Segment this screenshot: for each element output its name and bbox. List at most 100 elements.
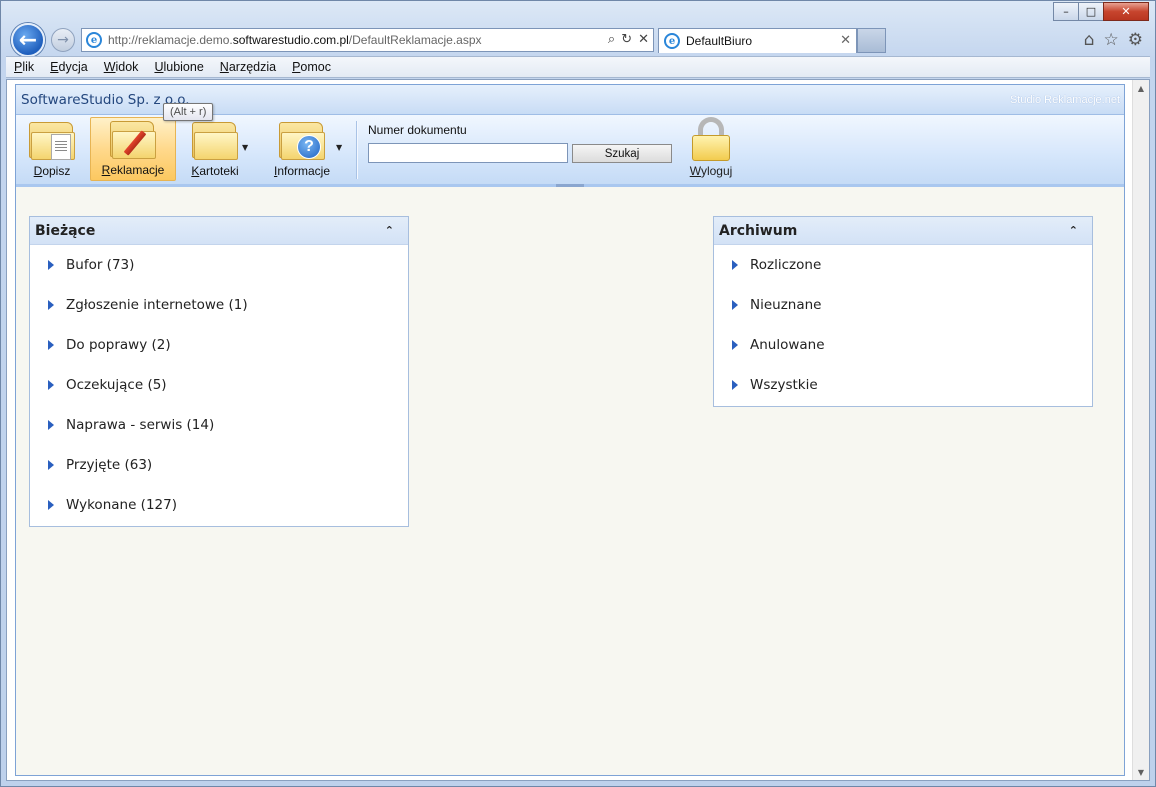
list-item-label: Anulowane bbox=[750, 337, 825, 353]
collapse-icon[interactable]: ⌃ bbox=[385, 224, 394, 237]
stop-icon[interactable]: ✕ bbox=[638, 32, 649, 47]
ribbon-separator bbox=[356, 121, 357, 179]
triangle-right-icon bbox=[732, 340, 738, 350]
panel-archiwum-title: Archiwum bbox=[719, 222, 798, 239]
app-container: SoftwareStudio Sp. z o.o. Studio Reklama… bbox=[15, 84, 1125, 776]
folder-help-icon: ? bbox=[279, 120, 325, 160]
browser-window: – □ ✕ ← → e http://reklamacje.demo.softw… bbox=[0, 0, 1156, 787]
refresh-icon[interactable]: ↻ bbox=[621, 32, 632, 47]
menu-narzedzia[interactable]: Narzędzia bbox=[220, 60, 276, 74]
dopisz-button[interactable]: Dopisz bbox=[24, 117, 80, 181]
panel-biezace-title: Bieżące bbox=[35, 222, 96, 239]
list-item-anulowane[interactable]: Anulowane bbox=[714, 325, 1092, 365]
triangle-right-icon bbox=[732, 300, 738, 310]
menu-ulubione[interactable]: Ulubione bbox=[154, 60, 203, 74]
menu-bar: Plik Edycja Widok Ulubione Narzędzia Pom… bbox=[6, 56, 1150, 78]
triangle-right-icon bbox=[48, 340, 54, 350]
list-item-label: Bufor (73) bbox=[66, 257, 135, 273]
informacje-dropdown-icon[interactable]: ▼ bbox=[336, 143, 342, 152]
triangle-right-icon bbox=[48, 300, 54, 310]
search-button[interactable]: Szukaj bbox=[572, 144, 672, 163]
url-domain: softwarestudio.com.pl bbox=[232, 33, 349, 47]
list-item-oczekujace[interactable]: Oczekujące (5) bbox=[30, 365, 408, 405]
menu-edycja[interactable]: Edycja bbox=[50, 60, 88, 74]
informacje-label: Informacje bbox=[273, 164, 331, 178]
list-item-przyjete[interactable]: Przyjęte (63) bbox=[30, 445, 408, 485]
list-item-label: Zgłoszenie internetowe (1) bbox=[66, 297, 248, 313]
list-item-wszystkie[interactable]: Wszystkie bbox=[714, 365, 1092, 405]
tab-ie-icon: e bbox=[664, 33, 680, 49]
triangle-right-icon bbox=[48, 260, 54, 270]
reklamacje-button[interactable]: Reklamacje bbox=[90, 117, 176, 181]
lock-icon bbox=[692, 117, 730, 161]
menu-widok[interactable]: Widok bbox=[104, 60, 139, 74]
window-controls: – □ ✕ bbox=[1053, 2, 1149, 21]
list-item-rozliczone[interactable]: Rozliczone bbox=[714, 245, 1092, 285]
panel-biezace: Bieżące ⌃ Bufor (73) Zgłoszenie internet… bbox=[29, 216, 409, 527]
url-prefix: http://reklamacje.demo. bbox=[108, 33, 233, 47]
list-item-bufor[interactable]: Bufor (73) bbox=[30, 245, 408, 285]
folder-pencil-icon bbox=[110, 119, 156, 159]
collapse-icon[interactable]: ⌃ bbox=[1069, 224, 1078, 237]
back-arrow-icon: ← bbox=[18, 27, 38, 53]
page-viewport: ▲ ▼ SoftwareStudio Sp. z o.o. Studio Rek… bbox=[6, 79, 1150, 781]
list-item-label: Wszystkie bbox=[750, 377, 818, 393]
scroll-up-icon[interactable]: ▲ bbox=[1133, 80, 1149, 96]
dopisz-label: Dopisz bbox=[33, 164, 71, 178]
list-item-wykonane[interactable]: Wykonane (127) bbox=[30, 485, 408, 525]
reklamacje-label: Reklamacje bbox=[101, 163, 165, 177]
list-item-label: Przyjęte (63) bbox=[66, 457, 153, 473]
kartoteki-button[interactable]: Kartoteki bbox=[186, 117, 244, 181]
list-item-label: Oczekujące (5) bbox=[66, 377, 167, 393]
vertical-scrollbar[interactable]: ▲ ▼ bbox=[1132, 80, 1149, 780]
close-window-button[interactable]: ✕ bbox=[1103, 2, 1149, 21]
logout-button[interactable]: Wyloguj bbox=[686, 117, 736, 181]
list-item-zgloszenie[interactable]: Zgłoszenie internetowe (1) bbox=[30, 285, 408, 325]
list-item-label: Nieuznane bbox=[750, 297, 822, 313]
list-item-naprawa[interactable]: Naprawa - serwis (14) bbox=[30, 405, 408, 445]
forward-arrow-icon: → bbox=[57, 32, 69, 48]
document-number-input[interactable] bbox=[368, 143, 568, 163]
new-tab-button[interactable] bbox=[857, 28, 886, 53]
list-item-label: Do poprawy (2) bbox=[66, 337, 171, 353]
browser-toolbar-icons: ⌂ ☆ ⚙ bbox=[1084, 30, 1143, 50]
back-button[interactable]: ← bbox=[11, 23, 45, 57]
triangle-right-icon bbox=[732, 260, 738, 270]
home-icon[interactable]: ⌂ bbox=[1084, 30, 1095, 50]
address-tools: ⌕ ↻ ✕ bbox=[608, 32, 649, 47]
favorites-icon[interactable]: ☆ bbox=[1104, 30, 1119, 50]
list-item-nieuznane[interactable]: Nieuznane bbox=[714, 285, 1092, 325]
menu-pomoc[interactable]: Pomoc bbox=[292, 60, 331, 74]
brand-name: Studio Reklamacje.net bbox=[1009, 93, 1120, 106]
minimize-button[interactable]: – bbox=[1053, 2, 1079, 21]
kartoteki-label: Kartoteki bbox=[191, 164, 239, 178]
forward-button[interactable]: → bbox=[51, 28, 75, 52]
search-label: Numer dokumentu bbox=[368, 123, 467, 137]
informacje-button[interactable]: ? Informacje bbox=[270, 117, 334, 181]
list-item-label: Rozliczone bbox=[750, 257, 822, 273]
browser-tab[interactable]: e DefaultBiuro ✕ bbox=[658, 28, 857, 53]
logout-label: Wyloguj bbox=[689, 164, 733, 178]
maximize-button[interactable]: □ bbox=[1078, 2, 1104, 21]
tools-gear-icon[interactable]: ⚙ bbox=[1128, 30, 1143, 50]
triangle-right-icon bbox=[732, 380, 738, 390]
url-text[interactable]: http://reklamacje.demo.softwarestudio.co… bbox=[108, 33, 482, 47]
triangle-right-icon bbox=[48, 420, 54, 430]
address-bar[interactable]: e http://reklamacje.demo.softwarestudio.… bbox=[81, 28, 654, 52]
list-item-label: Wykonane (127) bbox=[66, 497, 177, 513]
ie-page-icon: e bbox=[86, 32, 102, 48]
triangle-right-icon bbox=[48, 380, 54, 390]
search-icon[interactable]: ⌕ bbox=[608, 32, 615, 47]
kartoteki-dropdown-icon[interactable]: ▼ bbox=[242, 143, 248, 152]
list-item-do-poprawy[interactable]: Do poprawy (2) bbox=[30, 325, 408, 365]
panel-archiwum-header[interactable]: Archiwum ⌃ bbox=[714, 217, 1092, 245]
panel-biezace-header[interactable]: Bieżące ⌃ bbox=[30, 217, 408, 245]
ribbon-toolbar: Dopisz Reklamacje Kartoteki ▼ ? Informac… bbox=[16, 115, 1124, 187]
menu-plik[interactable]: Plik bbox=[14, 60, 34, 74]
url-path: /DefaultReklamacje.aspx bbox=[348, 33, 482, 47]
scroll-down-icon[interactable]: ▼ bbox=[1133, 764, 1149, 780]
ribbon-resize-grip[interactable] bbox=[556, 184, 584, 187]
triangle-right-icon bbox=[48, 500, 54, 510]
tab-close-icon[interactable]: ✕ bbox=[840, 33, 851, 48]
triangle-right-icon bbox=[48, 460, 54, 470]
